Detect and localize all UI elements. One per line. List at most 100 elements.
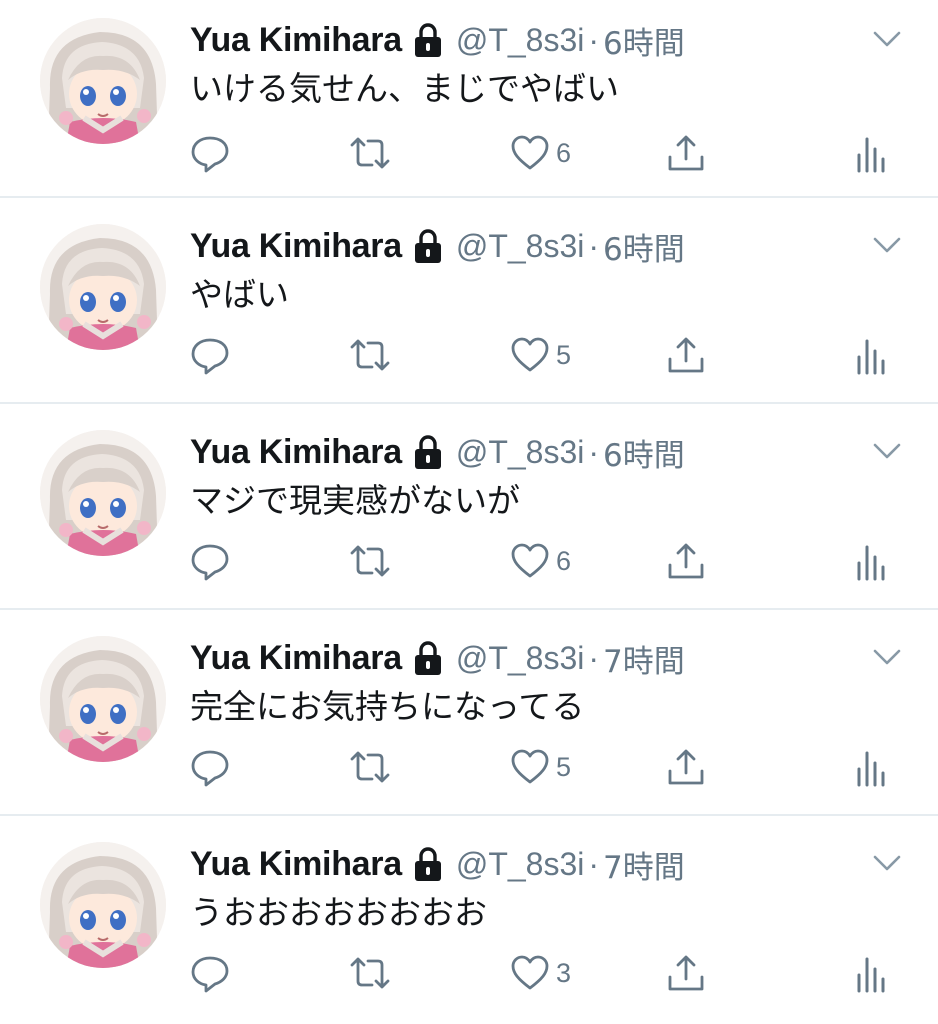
retweet-button[interactable] [348,742,392,792]
timestamp[interactable]: 7時間 [603,636,685,681]
timeline-feed: Yua Kimihara @T_8s3i · 6時間 いける気せん、まじでやばい [0,0,938,1022]
display-name[interactable]: Yua Kimihara [190,845,402,884]
timestamp[interactable]: 6時間 [603,430,685,475]
tweet-text: いける気せん、まじでやばい [190,69,619,108]
tweet[interactable]: Yua Kimihara @T_8s3i · 7時間 うおおおおおおおお 3 [0,816,938,1022]
retweet-button[interactable] [348,128,392,178]
reply-button[interactable] [190,948,230,998]
display-name[interactable]: Yua Kimihara [190,639,402,678]
chevron-down-icon[interactable] [870,846,904,880]
like-button[interactable]: 6 [510,128,571,178]
analytics-icon [856,747,886,787]
reply-button[interactable] [190,330,230,380]
timestamp[interactable]: 7時間 [603,842,685,887]
retweet-icon [348,133,392,173]
like-button[interactable]: 3 [510,948,571,998]
heart-icon [510,953,550,993]
reply-icon [190,133,230,173]
chevron-down-icon[interactable] [870,434,904,468]
reply-icon [190,747,230,787]
tweet-text: やばい [190,275,289,314]
share-button[interactable] [666,128,706,178]
avatar[interactable] [40,18,166,144]
tweet-header: Yua Kimihara @T_8s3i · 7時間 [190,628,685,688]
tweet-actions: 3 [190,948,904,998]
reply-icon [190,953,230,993]
like-count: 6 [556,545,572,576]
retweet-icon [348,335,392,375]
retweet-button[interactable] [348,948,392,998]
retweet-icon [348,953,392,993]
chevron-down-icon[interactable] [870,22,904,56]
retweet-button[interactable] [348,330,392,380]
retweet-icon [348,541,392,581]
analytics-button[interactable] [856,948,886,998]
tweet-header: Yua Kimihara @T_8s3i · 6時間 [190,10,685,70]
tweet-text: うおおおおおおおお [190,893,487,932]
tweet-actions: 6 [190,536,904,586]
analytics-button[interactable] [856,330,886,380]
separator-dot: · [588,227,600,264]
heart-icon [510,541,550,581]
timestamp[interactable]: 6時間 [603,18,685,63]
chevron-down-icon[interactable] [870,228,904,262]
like-button[interactable]: 5 [510,742,571,792]
avatar[interactable] [40,842,166,968]
share-icon [666,953,706,993]
tweet[interactable]: Yua Kimihara @T_8s3i · 7時間 完全にお気持ちになってる [0,610,938,816]
retweet-button[interactable] [348,536,392,586]
tweet[interactable]: Yua Kimihara @T_8s3i · 6時間 いける気せん、まじでやばい [0,0,938,198]
reply-button[interactable] [190,128,230,178]
analytics-button[interactable] [856,742,886,792]
tweet[interactable]: Yua Kimihara @T_8s3i · 6時間 マジで現実感がないが 6 [0,404,938,610]
avatar[interactable] [40,430,166,556]
display-name[interactable]: Yua Kimihara [190,433,402,472]
display-name[interactable]: Yua Kimihara [190,21,402,60]
share-button[interactable] [666,742,706,792]
analytics-icon [856,541,886,581]
reply-icon [190,541,230,581]
like-button[interactable]: 6 [510,536,571,586]
user-handle[interactable]: @T_8s3i [456,22,585,59]
separator-dot: · [588,639,600,676]
lock-icon [412,434,444,470]
share-button[interactable] [666,330,706,380]
like-count: 3 [556,957,572,988]
tweet-actions: 6 [190,128,904,178]
heart-icon [510,133,550,173]
share-icon [666,541,706,581]
analytics-icon [856,133,886,173]
display-name[interactable]: Yua Kimihara [190,227,402,266]
tweet-header: Yua Kimihara @T_8s3i · 6時間 [190,422,685,482]
tweet-actions: 5 [190,330,904,380]
separator-dot: · [588,845,600,882]
share-button[interactable] [666,536,706,586]
tweet-actions: 5 [190,742,904,792]
share-icon [666,133,706,173]
like-button[interactable]: 5 [510,330,571,380]
analytics-icon [856,335,886,375]
chevron-down-icon[interactable] [870,640,904,674]
tweet-text: マジで現実感がないが [190,481,520,520]
share-icon [666,747,706,787]
analytics-button[interactable] [856,128,886,178]
avatar[interactable] [40,224,166,350]
tweet-header: Yua Kimihara @T_8s3i · 7時間 [190,834,685,894]
lock-icon [412,22,444,58]
reply-icon [190,335,230,375]
user-handle[interactable]: @T_8s3i [456,640,585,677]
reply-button[interactable] [190,742,230,792]
share-icon [666,335,706,375]
tweet[interactable]: Yua Kimihara @T_8s3i · 6時間 やばい 5 [0,198,938,404]
analytics-icon [856,953,886,993]
tweet-text: 完全にお気持ちになってる [190,687,585,726]
share-button[interactable] [666,948,706,998]
reply-button[interactable] [190,536,230,586]
user-handle[interactable]: @T_8s3i [456,846,585,883]
timestamp[interactable]: 6時間 [603,224,685,269]
like-count: 6 [556,137,572,168]
analytics-button[interactable] [856,536,886,586]
user-handle[interactable]: @T_8s3i [456,228,585,265]
avatar[interactable] [40,636,166,762]
user-handle[interactable]: @T_8s3i [456,434,585,471]
